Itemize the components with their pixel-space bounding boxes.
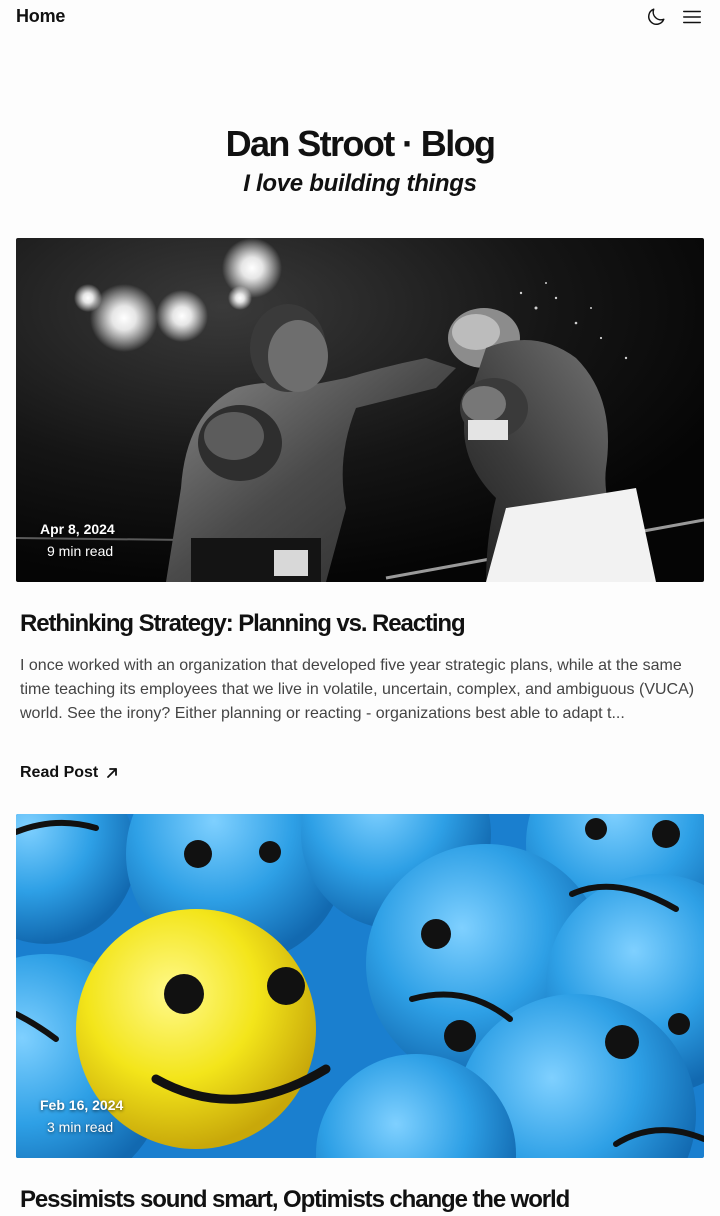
post-card: Apr 8, 2024 9 min read Rethinking Strate…	[16, 238, 704, 782]
post-excerpt: I once worked with an organization that …	[20, 657, 695, 722]
post-meta: Apr 8, 2024 9 min read	[40, 518, 115, 562]
hamburger-menu-icon	[683, 10, 701, 24]
post-title[interactable]: Rethinking Strategy: Planning vs. Reacti…	[20, 608, 704, 640]
boxing-photo	[16, 238, 704, 582]
site-tagline: I love building things	[243, 170, 477, 197]
post-title[interactable]: Pessimists sound smart, Optimists change…	[20, 1184, 704, 1216]
site-header: Dan Stroot · Blog I love building things	[0, 122, 720, 200]
post-meta: Feb 16, 2024 3 min read	[40, 1094, 123, 1138]
post-cover[interactable]: Feb 16, 2024 3 min read	[16, 814, 704, 1158]
menu-button[interactable]	[680, 5, 704, 29]
post-card: Feb 16, 2024 3 min read Pessimists sound…	[16, 814, 704, 1216]
post-date: Feb 16, 2024	[40, 1097, 124, 1113]
site-title: Dan Stroot · Blog	[225, 123, 496, 164]
post-read-time: 9 min read	[47, 543, 114, 559]
top-nav: Home	[0, 0, 720, 36]
post-cover[interactable]: Apr 8, 2024 9 min read	[16, 238, 704, 582]
home-link[interactable]: Home	[16, 6, 65, 27]
read-post-label: Read Post	[20, 764, 99, 781]
theme-toggle-button[interactable]	[644, 5, 668, 29]
post-read-time: 3 min read	[47, 1119, 114, 1135]
post-date: Apr 8, 2024	[40, 521, 115, 537]
arrow-up-right-icon	[106, 767, 118, 779]
read-post-link[interactable]: Read Post	[20, 764, 118, 782]
moon-icon	[648, 8, 665, 25]
